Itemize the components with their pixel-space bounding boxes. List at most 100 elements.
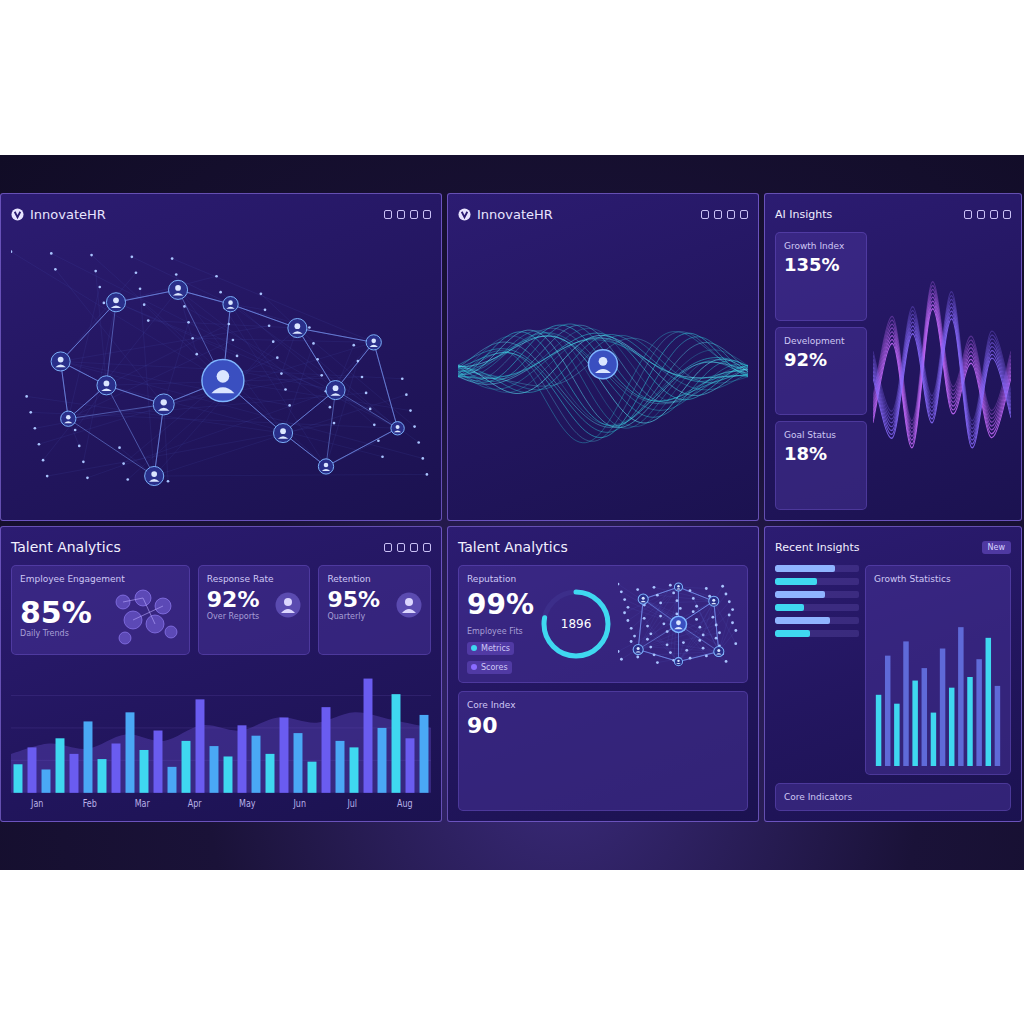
person-icon[interactable] bbox=[326, 381, 345, 400]
chart-bar[interactable] bbox=[967, 677, 972, 766]
chart-bar[interactable] bbox=[885, 656, 890, 766]
person-icon[interactable] bbox=[145, 466, 164, 485]
window-icon[interactable] bbox=[423, 543, 431, 552]
logo[interactable]: InnovateHR bbox=[11, 207, 106, 222]
chart-bar[interactable] bbox=[931, 713, 936, 766]
chart-bar[interactable] bbox=[958, 627, 963, 766]
chart-bar[interactable] bbox=[876, 695, 881, 766]
window-icon[interactable] bbox=[701, 210, 709, 219]
metric-card[interactable]: Employee Engagement85%Daily Trends bbox=[11, 565, 190, 655]
chart-bar[interactable] bbox=[912, 681, 917, 766]
window-icon[interactable] bbox=[397, 210, 405, 219]
chart-bar[interactable] bbox=[168, 767, 177, 793]
chart-bar[interactable] bbox=[28, 747, 37, 792]
chart-bar[interactable] bbox=[995, 686, 1000, 766]
window-icon[interactable] bbox=[740, 210, 748, 219]
person-icon[interactable] bbox=[169, 280, 188, 299]
chart-bar[interactable] bbox=[350, 747, 359, 792]
chart-bar[interactable] bbox=[420, 715, 429, 793]
person-icon[interactable] bbox=[274, 424, 293, 443]
person-icon[interactable] bbox=[51, 352, 70, 371]
chart-bar[interactable] bbox=[238, 725, 247, 793]
person-icon[interactable] bbox=[153, 394, 174, 415]
chart-bar[interactable] bbox=[322, 707, 331, 793]
chart-bar[interactable] bbox=[112, 743, 121, 792]
person-icon[interactable] bbox=[709, 596, 719, 606]
chart-bar[interactable] bbox=[392, 694, 401, 793]
chart-bar[interactable] bbox=[140, 750, 149, 793]
window-icon[interactable] bbox=[384, 543, 392, 552]
chart-bar[interactable] bbox=[406, 738, 415, 793]
window-icon[interactable] bbox=[397, 543, 405, 552]
window-icon[interactable] bbox=[727, 210, 735, 219]
chart-bar[interactable] bbox=[84, 721, 93, 792]
person-icon[interactable] bbox=[318, 459, 333, 474]
stat-card[interactable]: Goal Status18% bbox=[775, 421, 867, 510]
chart-bar[interactable] bbox=[14, 764, 23, 793]
insight-wave-chart bbox=[873, 232, 1011, 510]
logo[interactable]: InnovateHR bbox=[458, 207, 553, 222]
progress-ring: 1896 bbox=[538, 586, 614, 662]
window-icon[interactable] bbox=[1003, 210, 1011, 219]
chart-bar[interactable] bbox=[308, 762, 317, 793]
stat-card[interactable]: Development92% bbox=[775, 327, 867, 416]
window-icon[interactable] bbox=[410, 210, 418, 219]
window-icon[interactable] bbox=[714, 210, 722, 219]
reputation-card[interactable]: Reputation99%Employee FitsMetricsScores1… bbox=[458, 565, 748, 683]
chart-bar[interactable] bbox=[70, 754, 79, 793]
person-icon[interactable] bbox=[589, 350, 618, 379]
chart-bar[interactable] bbox=[154, 731, 163, 793]
chart-bar[interactable] bbox=[182, 741, 191, 793]
person-icon[interactable] bbox=[97, 376, 116, 395]
metric-card[interactable]: Retention95%Quarterly bbox=[318, 565, 431, 655]
chart-bar[interactable] bbox=[266, 754, 275, 793]
person-icon[interactable] bbox=[674, 583, 682, 591]
logo-icon bbox=[11, 208, 24, 221]
person-icon[interactable] bbox=[223, 297, 238, 312]
chart-bar[interactable] bbox=[280, 718, 289, 793]
person-icon[interactable] bbox=[391, 422, 404, 435]
chart-bar[interactable] bbox=[196, 699, 205, 792]
person-icon[interactable] bbox=[638, 594, 648, 604]
chart-bar[interactable] bbox=[940, 649, 945, 766]
chart-bar[interactable] bbox=[56, 738, 65, 793]
bottom-band bbox=[0, 870, 1024, 1024]
window-icon[interactable] bbox=[423, 210, 431, 219]
window-icon[interactable] bbox=[384, 210, 392, 219]
chart-bar[interactable] bbox=[364, 679, 373, 793]
metric-card[interactable]: Response Rate92%Over Reports bbox=[198, 565, 311, 655]
person-icon[interactable] bbox=[106, 293, 125, 312]
chart-bar[interactable] bbox=[252, 736, 261, 793]
person-icon[interactable] bbox=[61, 411, 76, 426]
chart-bar[interactable] bbox=[42, 769, 51, 792]
chart-bar[interactable] bbox=[949, 688, 954, 766]
stat-card[interactable]: Growth Index135% bbox=[775, 232, 867, 321]
chart-bar[interactable] bbox=[126, 712, 135, 792]
person-icon[interactable] bbox=[288, 319, 307, 338]
core-index-card[interactable]: Core Index90 bbox=[458, 691, 748, 811]
person-icon[interactable] bbox=[674, 657, 682, 665]
person-icon[interactable] bbox=[202, 360, 244, 402]
chart-bar[interactable] bbox=[98, 759, 107, 793]
chart-bar[interactable] bbox=[336, 741, 345, 793]
chart-bar[interactable] bbox=[976, 659, 981, 766]
chart-bar[interactable] bbox=[224, 756, 233, 792]
growth-card[interactable]: Growth Statistics bbox=[865, 565, 1011, 775]
person-icon[interactable] bbox=[366, 335, 381, 350]
chart-bar[interactable] bbox=[378, 728, 387, 793]
chart-bar[interactable] bbox=[986, 638, 991, 766]
window-icon[interactable] bbox=[990, 210, 998, 219]
chart-bar[interactable] bbox=[294, 733, 303, 793]
chart-bar[interactable] bbox=[903, 641, 908, 766]
person-icon[interactable] bbox=[714, 646, 724, 656]
chart-bar[interactable] bbox=[210, 746, 219, 793]
core-indicators-card[interactable]: Core Indicators bbox=[775, 783, 1011, 811]
window-icon[interactable] bbox=[964, 210, 972, 219]
person-icon[interactable] bbox=[670, 616, 686, 632]
person-icon[interactable] bbox=[633, 644, 643, 654]
chart-bar[interactable] bbox=[922, 668, 927, 766]
window-icon[interactable] bbox=[977, 210, 985, 219]
dashboard-stage: InnovateHRInnovateHRAI InsightsGrowth In… bbox=[0, 155, 1024, 870]
chart-bar[interactable] bbox=[894, 704, 899, 766]
window-icon[interactable] bbox=[410, 543, 418, 552]
